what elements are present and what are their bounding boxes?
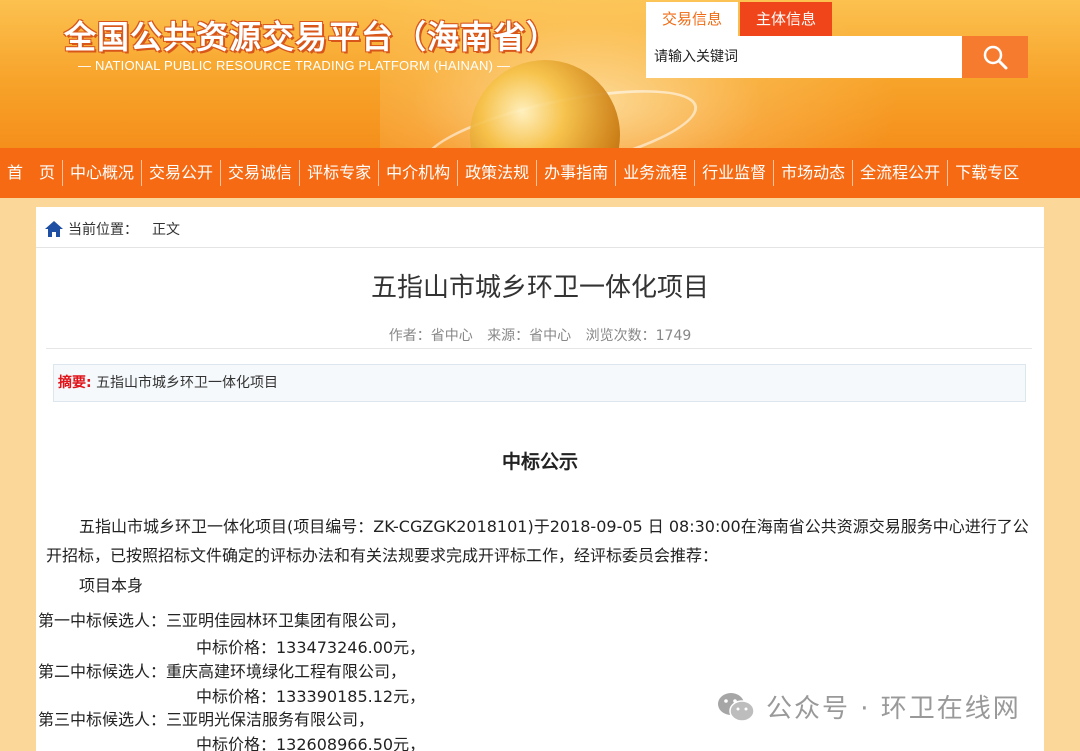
nav-item-bid-experts[interactable]: 评标专家 (300, 148, 378, 198)
article-summary: 摘要: 五指山市城乡环卫一体化项目 (53, 364, 1026, 402)
article-paragraph: 五指山市城乡环卫一体化项目(项目编号：ZK-CGZGK2018101)于2018… (46, 517, 1029, 565)
section-label: 项目本身 (79, 576, 144, 595)
article-panel: 当前位置： 正文 五指山市城乡环卫一体化项目 作者：省中心 来源：省中心 浏览次… (36, 207, 1044, 751)
candidate-row: 第三中标候选人：三亚明光保洁服务有限公司， (36, 706, 374, 730)
nav-item-market-news[interactable]: 市场动态 (774, 148, 852, 198)
candidate-label: 第一中标候选人： (37, 611, 166, 630)
nav-item-policies[interactable]: 政策法规 (458, 148, 536, 198)
article-views: 浏览次数：1749 (585, 328, 692, 344)
search-button[interactable] (962, 36, 1028, 78)
nav-item-trading-integrity[interactable]: 交易诚信 (221, 148, 299, 198)
wechat-watermark: 公众号 · 环卫在线网 (716, 688, 1021, 725)
nav-item-full-process[interactable]: 全流程公开 (853, 148, 947, 198)
notice-heading: 中标公示 (501, 451, 578, 473)
breadcrumb-label: 当前位置： (68, 222, 138, 238)
search-tabs: 交易信息 主体信息 (646, 2, 833, 36)
tab-trading-info[interactable]: 交易信息 (646, 2, 739, 36)
nav-item-process[interactable]: 业务流程 (616, 148, 694, 198)
article-author: 作者：省中心 (388, 328, 473, 344)
wechat-icon (718, 692, 755, 722)
main-nav: 首 页 中心概况 交易公开 交易诚信 评标专家 中介机构 政策法规 办事指南 业… (0, 148, 1080, 198)
nav-item-guide[interactable]: 办事指南 (537, 148, 615, 198)
search-input[interactable]: 请输入关键词 (646, 36, 962, 78)
article-title: 五指山市城乡环卫一体化项目 (370, 273, 709, 303)
site-logo-subtitle: — NATIONAL PUBLIC RESOURCE TRADING PLATF… (78, 58, 511, 73)
candidate-name: 重庆高建环境绿化工程有限公司， (166, 662, 407, 681)
search-icon (983, 45, 1008, 70)
candidate-name: 三亚明佳园林环卫集团有限公司， (166, 611, 407, 630)
nav-item-agencies[interactable]: 中介机构 (379, 148, 457, 198)
candidate-label: 第三中标候选人： (37, 710, 166, 729)
summary-label: 摘要: (58, 375, 92, 391)
divider (46, 348, 1032, 349)
watermark-text: 公众号 · 环卫在线网 (766, 694, 1021, 724)
nav-item-downloads[interactable]: 下载专区 (948, 148, 1026, 198)
summary-text: 五指山市城乡环卫一体化项目 (96, 375, 279, 391)
nav-item-supervision[interactable]: 行业监督 (695, 148, 773, 198)
article-meta: 作者：省中心 来源：省中心 浏览次数：1749 (36, 325, 1044, 345)
site-header: 全国公共资源交易平台（海南省） — NATIONAL PUBLIC RESOUR… (0, 0, 1080, 148)
breadcrumb-current: 正文 (152, 222, 180, 238)
nav-item-center-overview[interactable]: 中心概况 (63, 148, 141, 198)
article-source: 来源：省中心 (487, 328, 572, 344)
breadcrumb: 当前位置： 正文 (44, 219, 180, 239)
candidate-row: 第二中标候选人：重庆高建环境绿化工程有限公司， (36, 658, 406, 682)
divider (36, 247, 1044, 248)
site-logo-title[interactable]: 全国公共资源交易平台（海南省） (64, 12, 559, 58)
candidate-price: 中标价格：133390185.12元， (196, 687, 426, 706)
nav-item-trading-public[interactable]: 交易公开 (142, 148, 220, 198)
candidate-label: 第二中标候选人： (37, 662, 166, 681)
candidate-price: 中标价格：133473246.00元， (196, 638, 426, 657)
candidate-row: 第一中标候选人：三亚明佳园林环卫集团有限公司， (36, 607, 406, 631)
home-icon[interactable] (44, 220, 64, 238)
nav-item-home[interactable]: 首 页 (0, 148, 62, 198)
candidate-name: 三亚明光保洁服务有限公司， (166, 710, 375, 729)
tab-entity-info[interactable]: 主体信息 (740, 2, 833, 36)
candidate-price: 中标价格：132608966.50元， (196, 735, 426, 751)
